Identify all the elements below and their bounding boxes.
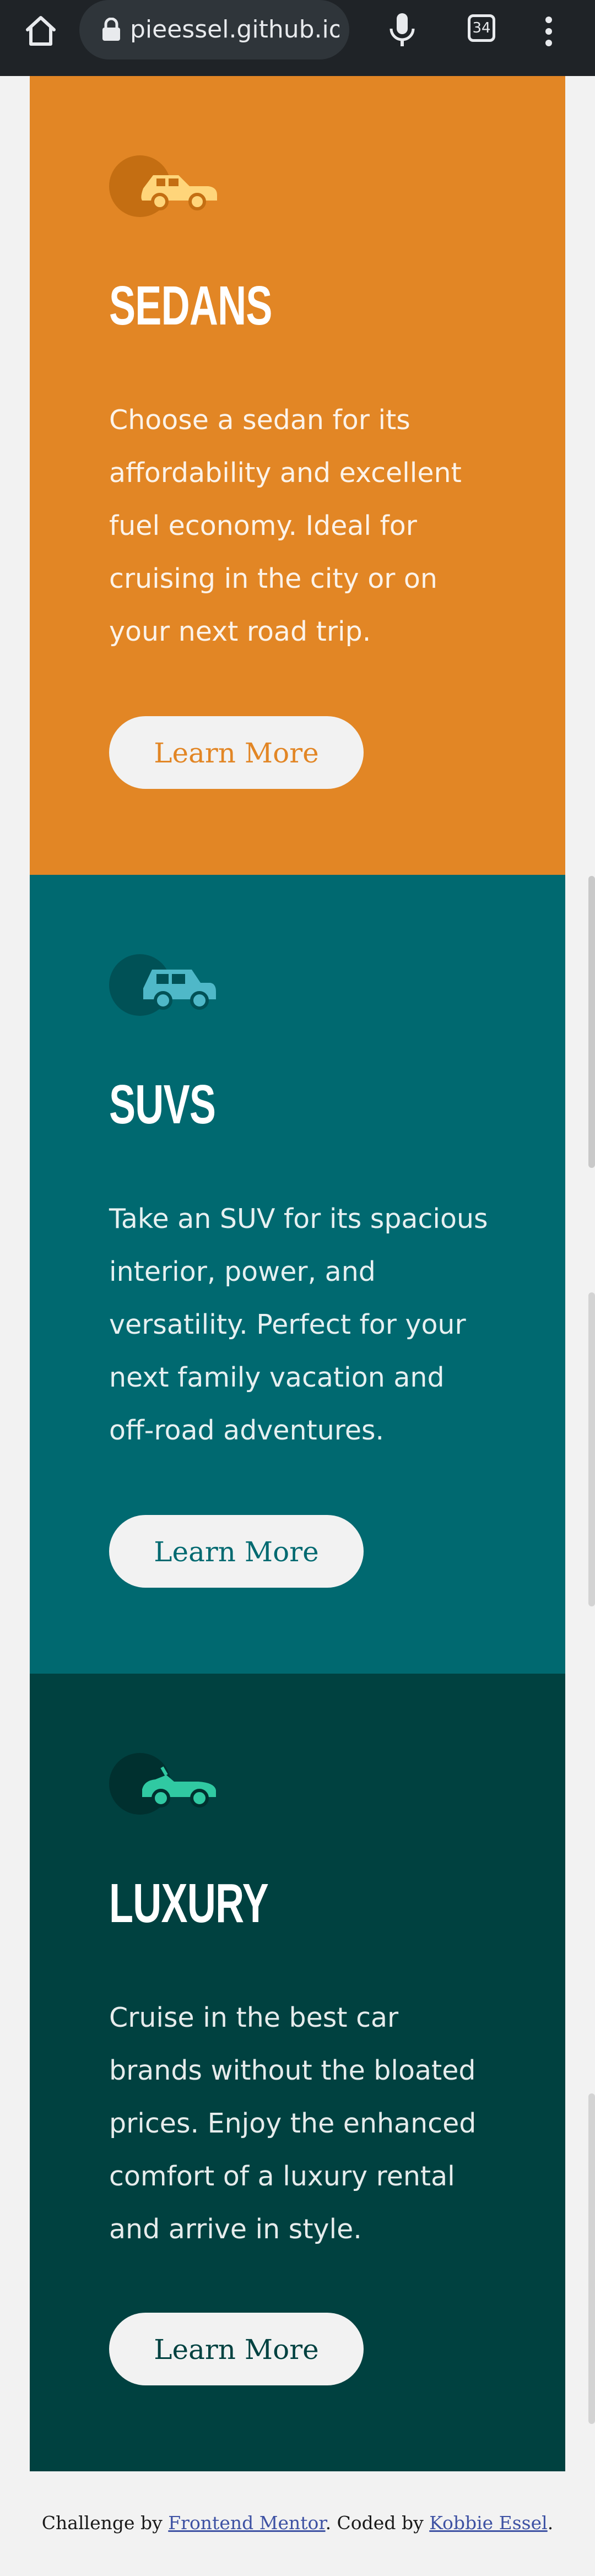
card-title-suvs: SUVS: [109, 1074, 216, 1135]
card-text-suvs: Take an SUV for its spacious interior, p…: [109, 1203, 488, 1446]
card-suvs: SUVS Take an SUV for its spacious interi…: [30, 875, 565, 1674]
tab-switcher-button[interactable]: 34: [468, 14, 495, 42]
more-options-icon[interactable]: [538, 12, 560, 51]
suv-car-icon: [109, 954, 216, 1016]
learn-more-button-luxury[interactable]: Learn More: [109, 2313, 364, 2385]
card-title-luxury: LUXURY: [109, 1873, 269, 1934]
home-icon[interactable]: [22, 12, 60, 50]
url-text[interactable]: pieessel.github.io: [130, 0, 339, 59]
microphone-icon[interactable]: [386, 10, 419, 50]
attribution: Challenge by Frontend Mentor. Coded by K…: [0, 2512, 595, 2534]
card-text-luxury: Cruise in the best car brands without th…: [109, 2002, 477, 2245]
attribution-middle: . Coded by: [325, 2512, 430, 2534]
scrollbar-segment[interactable]: [588, 2093, 595, 2424]
scrollbar-segment[interactable]: [588, 1292, 595, 1606]
lock-icon: [102, 18, 120, 41]
attribution-prefix: Challenge by: [41, 2512, 169, 2534]
sedan-car-icon: [109, 155, 217, 217]
scrollbar-segment[interactable]: [588, 876, 595, 1168]
attribution-suffix: .: [547, 2512, 554, 2534]
frontend-mentor-link[interactable]: Frontend Mentor: [168, 2512, 325, 2534]
card-text-sedans: Choose a sedan for its affordability and…: [109, 404, 462, 647]
address-bar[interactable]: pieessel.github.io: [79, 0, 349, 59]
browser-toolbar: pieessel.github.io 34: [0, 0, 595, 76]
learn-more-button-suvs[interactable]: Learn More: [109, 1515, 364, 1588]
author-link[interactable]: Kobbie Essel: [429, 2512, 548, 2534]
luxury-car-icon: [109, 1753, 216, 1815]
card-luxury: LUXURY Cruise in the best car brands wit…: [30, 1674, 565, 2471]
card-title-sedans: SEDANS: [109, 275, 272, 337]
card-sedans: SEDANS Choose a sedan for its affordabil…: [30, 76, 565, 875]
learn-more-button-sedans[interactable]: Learn More: [109, 716, 364, 789]
